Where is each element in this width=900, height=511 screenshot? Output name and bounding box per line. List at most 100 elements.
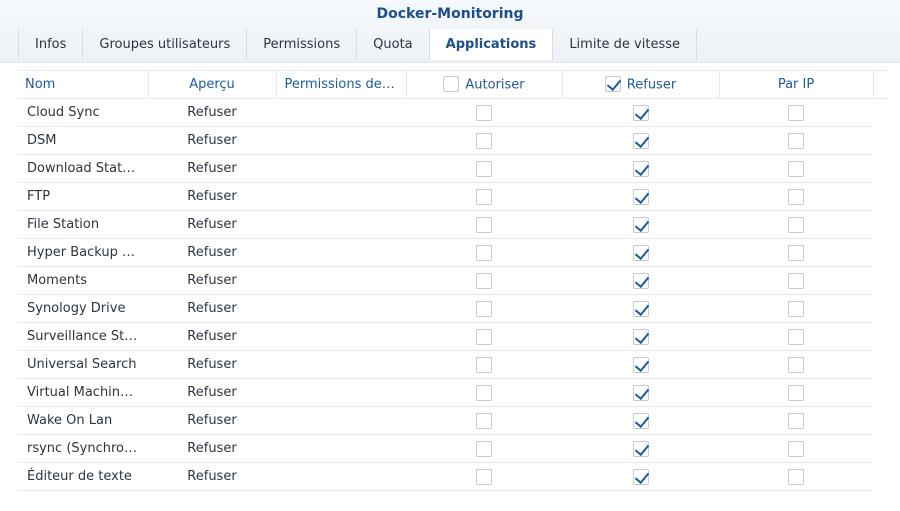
by-ip-checkbox-cell <box>719 182 873 211</box>
allow-checkbox[interactable] <box>476 188 492 205</box>
deny-checkbox[interactable] <box>632 216 649 233</box>
allow-checkbox-cell <box>406 238 562 267</box>
table-header-row: Nom Aperçu Permissions des … Autoriser R… <box>17 70 874 99</box>
deny-checkbox[interactable] <box>632 132 649 149</box>
preview-value: Refuser <box>148 462 276 491</box>
by-ip-checkbox-cell <box>719 350 873 379</box>
column-header-by-ip[interactable]: Par IP <box>719 70 874 99</box>
table-row[interactable]: Cloud Sync Refuser <box>17 98 873 127</box>
by-ip-checkbox[interactable] <box>788 272 804 289</box>
allow-checkbox[interactable] <box>476 244 492 261</box>
deny-checkbox[interactable] <box>632 272 649 289</box>
allow-checkbox[interactable] <box>476 104 492 121</box>
allow-checkbox[interactable] <box>476 356 492 373</box>
table-body: Cloud Sync Refuser DSM Refuser Download Stat… <box>17 98 873 491</box>
allow-all-checkbox[interactable] <box>443 75 460 92</box>
tab-speed-limit[interactable]: Limite de vitesse <box>552 29 697 60</box>
by-ip-checkbox[interactable] <box>788 468 804 485</box>
allow-checkbox-cell <box>406 266 562 295</box>
table-row[interactable]: Wake On Lan Refuser <box>17 406 873 435</box>
allow-checkbox[interactable] <box>476 272 492 289</box>
by-ip-checkbox[interactable] <box>788 160 804 177</box>
window-title: Docker-Monitoring <box>376 6 524 22</box>
by-ip-checkbox-cell <box>719 378 873 407</box>
app-name: Hyper Backup V… <box>17 238 148 267</box>
allow-checkbox[interactable] <box>476 328 492 345</box>
by-ip-checkbox[interactable] <box>788 328 804 345</box>
by-ip-checkbox-cell <box>719 210 873 239</box>
deny-checkbox-cell <box>562 238 719 267</box>
app-name: Virtual Machine … <box>17 378 148 407</box>
by-ip-checkbox[interactable] <box>788 132 804 149</box>
table-row[interactable]: Virtual Machine … Refuser <box>17 378 873 407</box>
group-permission-value <box>276 406 406 435</box>
deny-checkbox[interactable] <box>632 160 649 177</box>
group-permission-value <box>276 322 406 351</box>
table-row[interactable]: DSM Refuser <box>17 126 873 155</box>
deny-checkbox[interactable] <box>632 384 649 401</box>
app-name: Éditeur de texte <box>17 462 148 491</box>
table-row[interactable]: FTP Refuser <box>17 182 873 211</box>
tab-infos[interactable]: Infos <box>18 29 82 60</box>
deny-checkbox-cell <box>562 462 719 491</box>
allow-checkbox[interactable] <box>476 216 492 233</box>
by-ip-checkbox-cell <box>719 406 873 435</box>
deny-checkbox-cell <box>562 98 719 127</box>
preview-value: Refuser <box>148 322 276 351</box>
deny-all-checkbox[interactable] <box>604 75 621 92</box>
deny-checkbox[interactable] <box>632 328 649 345</box>
tab-permissions[interactable]: Permissions <box>246 29 356 60</box>
table-row[interactable]: rsync (Synchron… Refuser <box>17 434 873 463</box>
by-ip-checkbox[interactable] <box>788 188 804 205</box>
by-ip-checkbox[interactable] <box>788 412 804 429</box>
preview-value: Refuser <box>148 154 276 183</box>
allow-checkbox[interactable] <box>476 412 492 429</box>
preview-value: Refuser <box>148 266 276 295</box>
allow-checkbox[interactable] <box>476 468 492 485</box>
table-row[interactable]: Surveillance Sta… Refuser <box>17 322 873 351</box>
preview-value: Refuser <box>148 406 276 435</box>
deny-checkbox[interactable] <box>632 244 649 261</box>
allow-checkbox[interactable] <box>476 384 492 401</box>
allow-checkbox[interactable] <box>476 160 492 177</box>
tab-user-groups[interactable]: Groupes utilisateurs <box>82 29 246 60</box>
allow-checkbox[interactable] <box>476 440 492 457</box>
table-row[interactable]: Hyper Backup V… Refuser <box>17 238 873 267</box>
by-ip-checkbox[interactable] <box>788 356 804 373</box>
allow-checkbox[interactable] <box>476 300 492 317</box>
by-ip-checkbox-cell <box>719 154 873 183</box>
table-row[interactable]: Universal Search Refuser <box>17 350 873 379</box>
table-row[interactable]: Synology Drive Refuser <box>17 294 873 323</box>
by-ip-checkbox[interactable] <box>788 384 804 401</box>
by-ip-checkbox[interactable] <box>788 216 804 233</box>
group-permission-value <box>276 182 406 211</box>
by-ip-checkbox[interactable] <box>788 244 804 261</box>
tab-quota[interactable]: Quota <box>356 29 429 60</box>
by-ip-checkbox[interactable] <box>788 300 804 317</box>
by-ip-checkbox[interactable] <box>788 440 804 457</box>
deny-checkbox[interactable] <box>632 356 649 373</box>
group-permission-value <box>276 126 406 155</box>
table-row[interactable]: File Station Refuser <box>17 210 873 239</box>
by-ip-checkbox[interactable] <box>788 104 804 121</box>
table-row[interactable]: Moments Refuser <box>17 266 873 295</box>
allow-checkbox-cell <box>406 378 562 407</box>
deny-checkbox[interactable] <box>632 440 649 457</box>
column-header-group-permissions[interactable]: Permissions des … <box>276 70 407 99</box>
table-row[interactable]: Download Station Refuser <box>17 154 873 183</box>
group-permission-value <box>276 462 406 491</box>
deny-checkbox[interactable] <box>632 188 649 205</box>
allow-checkbox[interactable] <box>476 132 492 149</box>
deny-checkbox[interactable] <box>632 468 649 485</box>
column-header-name[interactable]: Nom <box>17 70 149 99</box>
table-row[interactable]: Éditeur de texte Refuser <box>17 462 873 491</box>
column-header-preview[interactable]: Aperçu <box>148 70 277 99</box>
deny-checkbox[interactable] <box>632 412 649 429</box>
by-ip-checkbox-cell <box>719 126 873 155</box>
applications-table: Nom Aperçu Permissions des … Autoriser R… <box>17 70 874 491</box>
tab-applications[interactable]: Applications <box>428 29 553 60</box>
by-ip-checkbox-cell <box>719 322 873 351</box>
allow-checkbox-cell <box>406 434 562 463</box>
deny-checkbox[interactable] <box>632 300 649 317</box>
deny-checkbox[interactable] <box>632 104 649 121</box>
